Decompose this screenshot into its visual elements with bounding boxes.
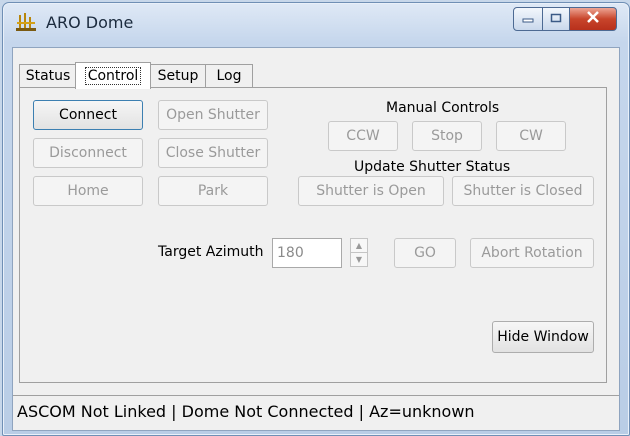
hide-window-button[interactable]: Hide Window bbox=[492, 321, 594, 353]
status-bar: ASCOM Not Linked | Dome Not Connected | … bbox=[13, 395, 619, 430]
target-azimuth-label: Target Azimuth bbox=[158, 244, 264, 260]
update-shutter-heading: Update Shutter Status bbox=[354, 159, 511, 175]
window-title: ARO Dome bbox=[46, 13, 134, 32]
tab-status-label: Status bbox=[25, 68, 71, 84]
azimuth-spinner: ▲ ▼ bbox=[350, 238, 368, 268]
close-icon bbox=[586, 11, 600, 27]
home-button[interactable]: Home bbox=[33, 176, 143, 206]
spin-up-arrow-icon[interactable]: ▲ bbox=[350, 238, 368, 253]
telescope-dome-icon bbox=[15, 12, 37, 32]
control-panel: Connect Disconnect Home Open Shutter Clo… bbox=[19, 87, 607, 383]
stop-button[interactable]: Stop bbox=[412, 121, 482, 151]
client-area: Status Control Setup Log Connect Disconn… bbox=[12, 47, 620, 431]
ccw-button[interactable]: CCW bbox=[328, 121, 398, 151]
tab-status[interactable]: Status bbox=[19, 64, 77, 87]
main-window: ARO Dome Status Control Setup Log Connec… bbox=[2, 2, 630, 436]
shutter-is-open-button[interactable]: Shutter is Open bbox=[298, 176, 444, 206]
connect-button[interactable]: Connect bbox=[33, 100, 143, 130]
title-bar[interactable]: ARO Dome bbox=[3, 3, 629, 47]
disconnect-button[interactable]: Disconnect bbox=[33, 138, 143, 168]
open-shutter-button[interactable]: Open Shutter bbox=[158, 100, 268, 130]
status-text: ASCOM Not Linked | Dome Not Connected | … bbox=[17, 402, 475, 421]
go-button[interactable]: GO bbox=[394, 238, 456, 268]
abort-rotation-button[interactable]: Abort Rotation bbox=[470, 238, 594, 268]
tab-setup-label: Setup bbox=[157, 68, 199, 84]
tab-control[interactable]: Control bbox=[75, 62, 151, 89]
shutter-is-closed-button[interactable]: Shutter is Closed bbox=[452, 176, 594, 206]
spin-down-arrow-icon[interactable]: ▼ bbox=[350, 253, 368, 267]
cw-button[interactable]: CW bbox=[496, 121, 566, 151]
minimize-icon bbox=[522, 11, 534, 27]
maximize-button[interactable] bbox=[543, 7, 570, 31]
tab-control-label: Control bbox=[84, 67, 142, 85]
manual-controls-heading: Manual Controls bbox=[386, 100, 500, 116]
tab-setup[interactable]: Setup bbox=[149, 64, 207, 87]
close-shutter-button[interactable]: Close Shutter bbox=[158, 138, 268, 168]
minimize-button[interactable] bbox=[513, 7, 543, 31]
caption-buttons bbox=[513, 7, 617, 31]
close-button[interactable] bbox=[570, 7, 617, 31]
park-button[interactable]: Park bbox=[158, 176, 268, 206]
target-azimuth-input[interactable]: 180 bbox=[272, 238, 342, 268]
maximize-icon bbox=[550, 11, 562, 27]
tab-log[interactable]: Log bbox=[205, 64, 253, 87]
tab-log-label: Log bbox=[216, 68, 242, 84]
